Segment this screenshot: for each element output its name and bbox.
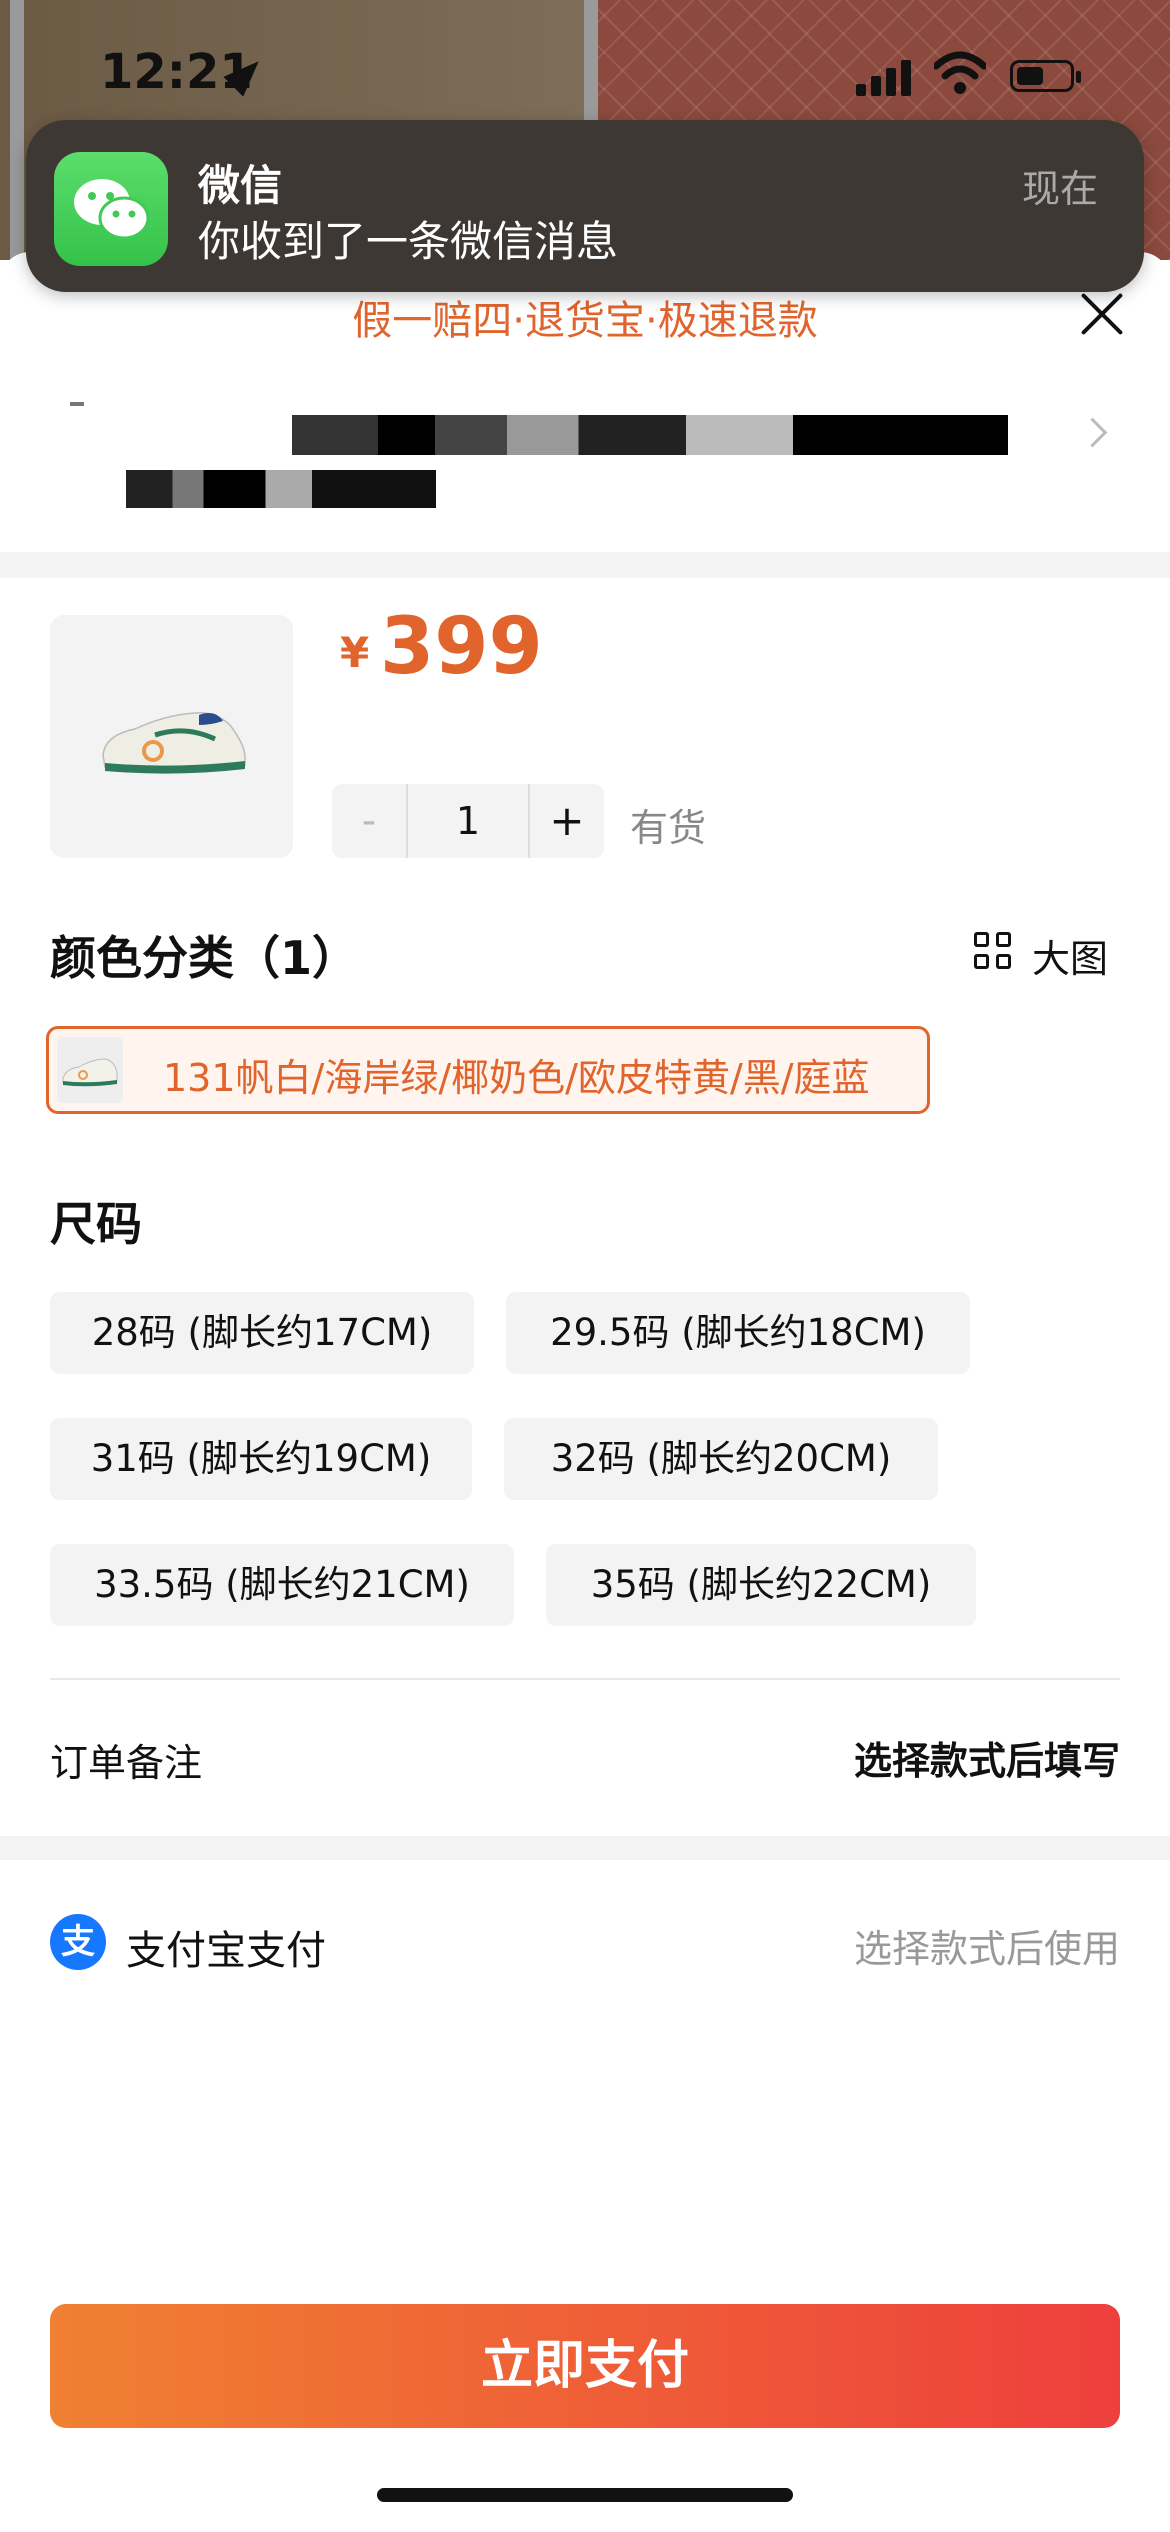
size-section-title: 尺码 bbox=[50, 1197, 142, 1251]
shipping-address-row[interactable] bbox=[0, 380, 1170, 550]
pay-now-button[interactable]: 立即支付 bbox=[50, 2304, 1120, 2428]
quantity-value[interactable]: 1 bbox=[406, 784, 530, 858]
size-option[interactable]: 32码 (脚长约20CM) bbox=[504, 1418, 938, 1500]
order-note-label: 订单备注 bbox=[50, 1741, 203, 1785]
sneaker-image bbox=[102, 712, 246, 774]
product-thumbnail[interactable] bbox=[50, 615, 293, 858]
payment-method-label[interactable]: 支付宝支付 bbox=[126, 1918, 326, 1976]
stock-status: 有货 bbox=[630, 806, 707, 850]
size-option[interactable]: 31码 (脚长约19CM) bbox=[50, 1418, 472, 1500]
color-option-thumbnail bbox=[57, 1037, 123, 1103]
wifi-icon bbox=[934, 51, 986, 94]
payment-method-hint: 选择款式后使用 bbox=[853, 1927, 1120, 1971]
size-option[interactable]: 35码 (脚长约22CM) bbox=[546, 1544, 976, 1626]
wechat-notification[interactable]: 微信 你收到了一条微信消息 现在 bbox=[26, 120, 1144, 292]
close-button[interactable] bbox=[1076, 288, 1128, 340]
color-option[interactable]: 131帆白/海岸绿/椰奶色/欧皮特黄/黑/庭蓝 bbox=[46, 1026, 930, 1114]
decrement-button[interactable]: - bbox=[332, 784, 406, 858]
notification-app-name: 微信 bbox=[198, 161, 283, 210]
battery-icon bbox=[1010, 60, 1081, 92]
grid-icon bbox=[974, 932, 1014, 972]
view-large-image-label: 大图 bbox=[1032, 937, 1109, 981]
size-option[interactable]: 33.5码 (脚长约21CM) bbox=[50, 1544, 514, 1626]
increment-button[interactable]: + bbox=[530, 784, 604, 858]
color-option-label: 131帆白/海岸绿/椰奶色/欧皮特黄/黑/庭蓝 bbox=[163, 1056, 870, 1100]
notification-message: 你收到了一条微信消息 bbox=[198, 217, 619, 266]
alipay-icon: 支 bbox=[50, 1914, 106, 1970]
color-section-title: 颜色分类（1） bbox=[50, 931, 359, 985]
size-option[interactable]: 28码 (脚长约17CM) bbox=[50, 1292, 474, 1374]
wechat-icon bbox=[54, 152, 168, 266]
home-indicator[interactable] bbox=[377, 2488, 793, 2502]
notification-time: 现在 bbox=[1021, 167, 1098, 211]
section-divider bbox=[0, 1836, 1170, 1860]
guarantee-banner: 假一赔四·退货宝·极速退款 bbox=[352, 298, 818, 344]
address-marker bbox=[70, 402, 84, 406]
order-note-value[interactable]: 选择款式后填写 bbox=[854, 1730, 1120, 1785]
divider bbox=[50, 1678, 1120, 1680]
section-divider bbox=[0, 552, 1170, 578]
chevron-right-icon bbox=[1077, 417, 1108, 448]
redacted-address-line bbox=[126, 470, 436, 508]
size-option[interactable]: 29.5码 (脚长约18CM) bbox=[506, 1292, 970, 1374]
price-currency: ¥ bbox=[340, 628, 370, 677]
quantity-stepper: - 1 + bbox=[332, 784, 604, 858]
redacted-address-line bbox=[292, 415, 1008, 455]
purchase-sheet bbox=[0, 252, 1170, 2532]
product-price: 399 bbox=[380, 602, 543, 692]
view-large-image-button[interactable]: 大图 bbox=[974, 928, 1124, 981]
cellular-signal-icon bbox=[856, 56, 916, 96]
